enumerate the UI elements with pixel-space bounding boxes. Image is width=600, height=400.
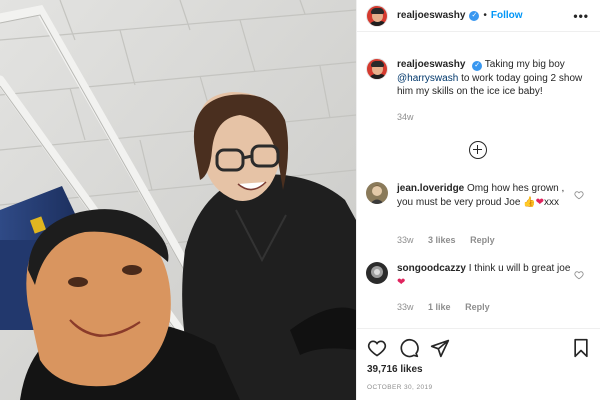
comment-like-heart-icon[interactable] bbox=[574, 190, 584, 200]
commenter-avatar[interactable] bbox=[366, 182, 388, 204]
follow-button[interactable]: Follow bbox=[491, 10, 523, 21]
comment-item: jean.loveridge Omg how hes grown , you m… bbox=[366, 182, 596, 252]
commenter-avatar[interactable] bbox=[366, 262, 388, 284]
post-header: realjoeswashy ✓ • Follow ••• bbox=[357, 0, 600, 32]
comment-emoji: ❤ bbox=[397, 276, 406, 288]
caption-body-start: Taking my big boy bbox=[484, 59, 565, 70]
verified-badge-icon: ✓ bbox=[469, 10, 480, 21]
caption-verified-icon: ✓ bbox=[472, 60, 483, 71]
caption-text: realjoeswashy ✓ Taking my big boy @harry… bbox=[397, 58, 594, 99]
comment-item: songoodcazzy I think u will b great joe ❤… bbox=[366, 262, 596, 322]
caption-mention-link[interactable]: @harryswash bbox=[397, 73, 458, 84]
bookmark-icon[interactable] bbox=[571, 338, 591, 358]
post-date[interactable]: OCTOBER 30, 2019 bbox=[367, 384, 433, 391]
likes-count[interactable]: 39,716 likes bbox=[367, 364, 423, 375]
comment-like-heart-icon[interactable] bbox=[574, 270, 584, 280]
comment-reply-button[interactable]: Reply bbox=[470, 235, 495, 245]
comment-body: I think u will b great joe bbox=[468, 263, 571, 274]
comment-username[interactable]: jean.loveridge bbox=[397, 183, 464, 194]
caption-username[interactable]: realjoeswashy bbox=[397, 59, 465, 70]
comment-emoji: 👍❤ bbox=[523, 196, 545, 208]
comment-text: jean.loveridge Omg how hes grown , you m… bbox=[397, 182, 571, 209]
post-actions: 39,716 likes OCTOBER 30, 2019 bbox=[357, 328, 600, 400]
caption-timestamp[interactable]: 34w bbox=[397, 112, 414, 122]
photo-illustration bbox=[0, 0, 356, 400]
comment-username[interactable]: songoodcazzy bbox=[397, 263, 466, 274]
comment-meta: 33w 3 likes Reply bbox=[397, 235, 507, 245]
comment-icon[interactable] bbox=[399, 338, 419, 358]
comment-timestamp[interactable]: 33w bbox=[397, 302, 414, 312]
post-photo[interactable] bbox=[0, 0, 356, 400]
comment-suffix: xxx bbox=[544, 196, 560, 208]
author-avatar[interactable] bbox=[366, 4, 388, 27]
heart-icon[interactable] bbox=[367, 338, 387, 358]
comment-timestamp[interactable]: 33w bbox=[397, 235, 414, 245]
post-caption: realjoeswashy ✓ Taking my big boy @harry… bbox=[366, 58, 594, 99]
header-separator: • bbox=[483, 10, 487, 21]
caption-avatar[interactable] bbox=[366, 58, 388, 80]
comment-meta: 33w 1 like Reply bbox=[397, 302, 502, 312]
share-icon[interactable] bbox=[430, 338, 450, 358]
plus-circle-icon[interactable] bbox=[469, 141, 487, 159]
author-username[interactable]: realjoeswashy bbox=[397, 10, 465, 21]
more-options-icon[interactable]: ••• bbox=[573, 9, 589, 23]
comment-likes[interactable]: 1 like bbox=[428, 302, 451, 312]
post-side-panel: realjoeswashy ✓ • Follow ••• realjoeswas… bbox=[356, 0, 600, 400]
comment-text: songoodcazzy I think u will b great joe ❤ bbox=[397, 262, 571, 289]
comment-likes[interactable]: 3 likes bbox=[428, 235, 456, 245]
instagram-post: realjoeswashy ✓ • Follow ••• realjoeswas… bbox=[0, 0, 600, 400]
comment-reply-button[interactable]: Reply bbox=[465, 302, 490, 312]
